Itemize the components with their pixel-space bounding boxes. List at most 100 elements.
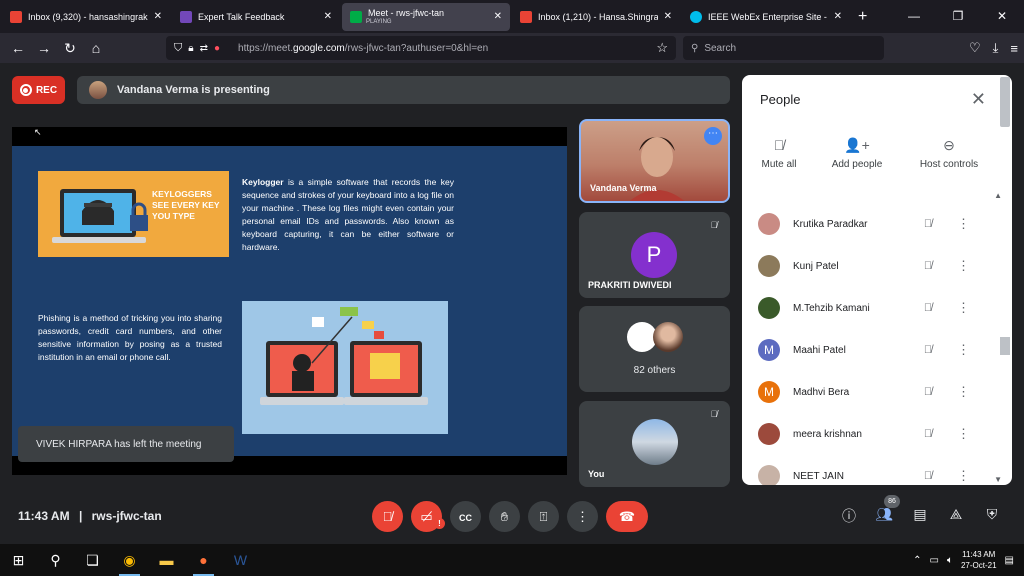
- present-button[interactable]: ⍐: [528, 501, 559, 532]
- more-vert-icon[interactable]: ⋮: [957, 216, 970, 232]
- bookmark-star-icon[interactable]: ☆: [656, 40, 668, 56]
- pocket-icon[interactable]: ♡: [969, 40, 981, 56]
- scrollbar-thumb[interactable]: [1000, 337, 1010, 355]
- browser-tab[interactable]: Inbox (9,320) - hansashingrakhi ✕: [2, 2, 170, 32]
- captions-icon: CC: [459, 513, 472, 523]
- info-icon[interactable]: ⓘ: [838, 506, 860, 528]
- participant-row[interactable]: M.Tehzib Kamani 🎙̸ ⋮: [758, 287, 988, 329]
- panel-scrollbar[interactable]: [1000, 77, 1010, 127]
- avatar: P: [631, 232, 677, 278]
- restore-icon[interactable]: ❐: [936, 0, 980, 33]
- people-icon[interactable]: 👥︎: [873, 506, 895, 528]
- activities-icon[interactable]: ⟁: [945, 506, 967, 528]
- file-explorer-icon[interactable]: ▬: [148, 544, 185, 576]
- back-icon[interactable]: ←: [5, 40, 31, 56]
- mic-off-icon[interactable]: 🎙̸: [919, 386, 937, 398]
- close-window-icon[interactable]: ✕: [980, 0, 1024, 33]
- close-icon[interactable]: ✕: [834, 11, 842, 22]
- network-icon[interactable]: ▭: [930, 555, 939, 566]
- mic-off-icon[interactable]: 🎙̸: [919, 260, 937, 272]
- mic-toggle-button[interactable]: 🎙̸: [372, 501, 403, 532]
- browser-tab[interactable]: Expert Talk Feedback ✕: [172, 2, 340, 32]
- mute-all-button[interactable]: 🎙̸ Mute all: [742, 137, 819, 170]
- firefox-icon[interactable]: ●: [185, 544, 222, 576]
- chevron-up-icon[interactable]: ⌃: [913, 555, 921, 566]
- home-icon[interactable]: ⌂: [83, 40, 109, 56]
- mic-off-icon[interactable]: 🎙̸: [919, 218, 937, 230]
- others-tile[interactable]: 82 others: [579, 306, 730, 392]
- participant-row[interactable]: NEET JAIN 🎙̸ ⋮: [758, 455, 988, 485]
- lock-icon[interactable]: 🔒︎: [188, 43, 193, 54]
- participant-row[interactable]: M Maahi Patel 🎙̸ ⋮: [758, 329, 988, 371]
- participant-count-badge: 86: [884, 495, 900, 508]
- more-vert-icon[interactable]: ⋮: [957, 384, 970, 400]
- captions-button[interactable]: CC: [450, 501, 481, 532]
- new-tab-icon[interactable]: +: [858, 8, 867, 26]
- word-icon[interactable]: W: [222, 544, 259, 576]
- address-bar[interactable]: ⛉ 🔒︎ ⇄ ● https://meet.google.com/rws-jfw…: [166, 36, 676, 60]
- participant-row[interactable]: Kunj Patel 🎙̸ ⋮: [758, 245, 988, 287]
- notification-icon[interactable]: ▤: [1005, 555, 1014, 566]
- participant-row[interactable]: Krutika Paradkar 🎙̸ ⋮: [758, 203, 988, 245]
- scroll-down-icon[interactable]: ▼: [994, 475, 1002, 484]
- reload-icon[interactable]: ↻: [57, 40, 83, 57]
- mic-off-icon[interactable]: 🎙̸: [919, 344, 937, 356]
- participant-row[interactable]: M Madhvi Bera 🎙̸ ⋮: [758, 371, 988, 413]
- more-options-button[interactable]: ⋮: [567, 501, 598, 532]
- notification-toast: VIVEK HIRPARA has left the meeting: [18, 426, 234, 462]
- mic-off-icon[interactable]: 🎙̸: [919, 470, 937, 482]
- self-tile[interactable]: 🎙̸ You: [579, 401, 730, 487]
- search-icon[interactable]: ⚲: [37, 544, 74, 576]
- mic-off-icon[interactable]: 🎙̸: [919, 428, 937, 440]
- host-controls-icon[interactable]: ⛨: [981, 506, 1003, 528]
- more-vert-icon[interactable]: ⋮: [957, 258, 970, 274]
- windows-start-icon[interactable]: ⊞: [0, 544, 37, 576]
- more-vert-icon[interactable]: ⋮: [957, 426, 970, 442]
- chat-icon[interactable]: ▤: [909, 506, 931, 528]
- add-people-button[interactable]: 👤+ Add people: [817, 137, 897, 170]
- chrome-icon[interactable]: ◉: [111, 544, 148, 576]
- presenting-text: Vandana Verma is presenting: [117, 84, 270, 96]
- task-view-icon[interactable]: ❏: [74, 544, 111, 576]
- microphone-sharing-icon[interactable]: ●: [214, 43, 220, 54]
- url-text[interactable]: https://meet.google.com/rws-jfwc-tan?aut…: [238, 43, 488, 54]
- browser-tab[interactable]: IEEE WebEx Enterprise Site - Ho ✕: [682, 2, 850, 32]
- avatar: [758, 213, 780, 235]
- hang-up-icon: ☎︎: [618, 509, 636, 524]
- participant-tile[interactable]: 🎙̸ P PRAKRITI DWIVEDI: [579, 212, 730, 298]
- recording-indicator[interactable]: REC: [12, 76, 65, 104]
- leave-call-button[interactable]: ☎︎: [606, 501, 648, 532]
- download-icon[interactable]: ⤓: [993, 40, 999, 56]
- close-icon[interactable]: ✕: [324, 11, 332, 22]
- shield-icon[interactable]: ⛉: [174, 42, 182, 55]
- close-icon[interactable]: ✕: [971, 89, 986, 110]
- browser-tab-active[interactable]: Meet - rws-jfwc-tan PLAYING ✕: [342, 2, 510, 31]
- more-vert-icon[interactable]: ⋮: [957, 468, 970, 484]
- more-vert-icon[interactable]: ⋮: [957, 342, 970, 358]
- host-controls-button[interactable]: ⊖ Host controls: [909, 137, 989, 170]
- participant-list-scrollbar[interactable]: [1000, 195, 1010, 485]
- avatar: [632, 419, 678, 465]
- menu-icon[interactable]: ≡: [1010, 41, 1018, 56]
- taskbar-clock[interactable]: 11:43 AM 27-Oct-21: [961, 549, 997, 571]
- more-options-icon[interactable]: ⋯: [704, 127, 722, 145]
- browser-tab[interactable]: Inbox (1,210) - Hansa.Shingrakhi ✕: [512, 2, 680, 32]
- mic-off-icon[interactable]: 🎙̸: [919, 302, 937, 314]
- search-bar[interactable]: ⚲ Search: [683, 36, 884, 60]
- present-icon: ⍐: [539, 509, 548, 524]
- permissions-icon[interactable]: ⇄: [200, 43, 208, 54]
- close-icon[interactable]: ✕: [494, 11, 502, 22]
- forward-icon[interactable]: →: [31, 40, 57, 56]
- mic-off-icon: 🎙̸: [710, 220, 718, 230]
- raise-hand-button[interactable]: ✋︎: [489, 501, 520, 532]
- close-icon[interactable]: ✕: [154, 11, 162, 22]
- minimize-icon[interactable]: —: [892, 0, 936, 33]
- more-vert-icon: ⋮: [576, 509, 589, 524]
- more-vert-icon[interactable]: ⋮: [957, 300, 970, 316]
- participant-row[interactable]: meera krishnan 🎙̸ ⋮: [758, 413, 988, 455]
- presentation-screen[interactable]: KEYLOGGERS SEE EVERY KEY YOU TYPE Keylog…: [12, 127, 567, 475]
- participant-name: Kunj Patel: [793, 260, 839, 272]
- close-icon[interactable]: ✕: [664, 11, 672, 22]
- presenter-tile[interactable]: ⋯ Vandana Verma: [579, 119, 730, 203]
- volume-icon[interactable]: 🔈︎: [947, 555, 953, 566]
